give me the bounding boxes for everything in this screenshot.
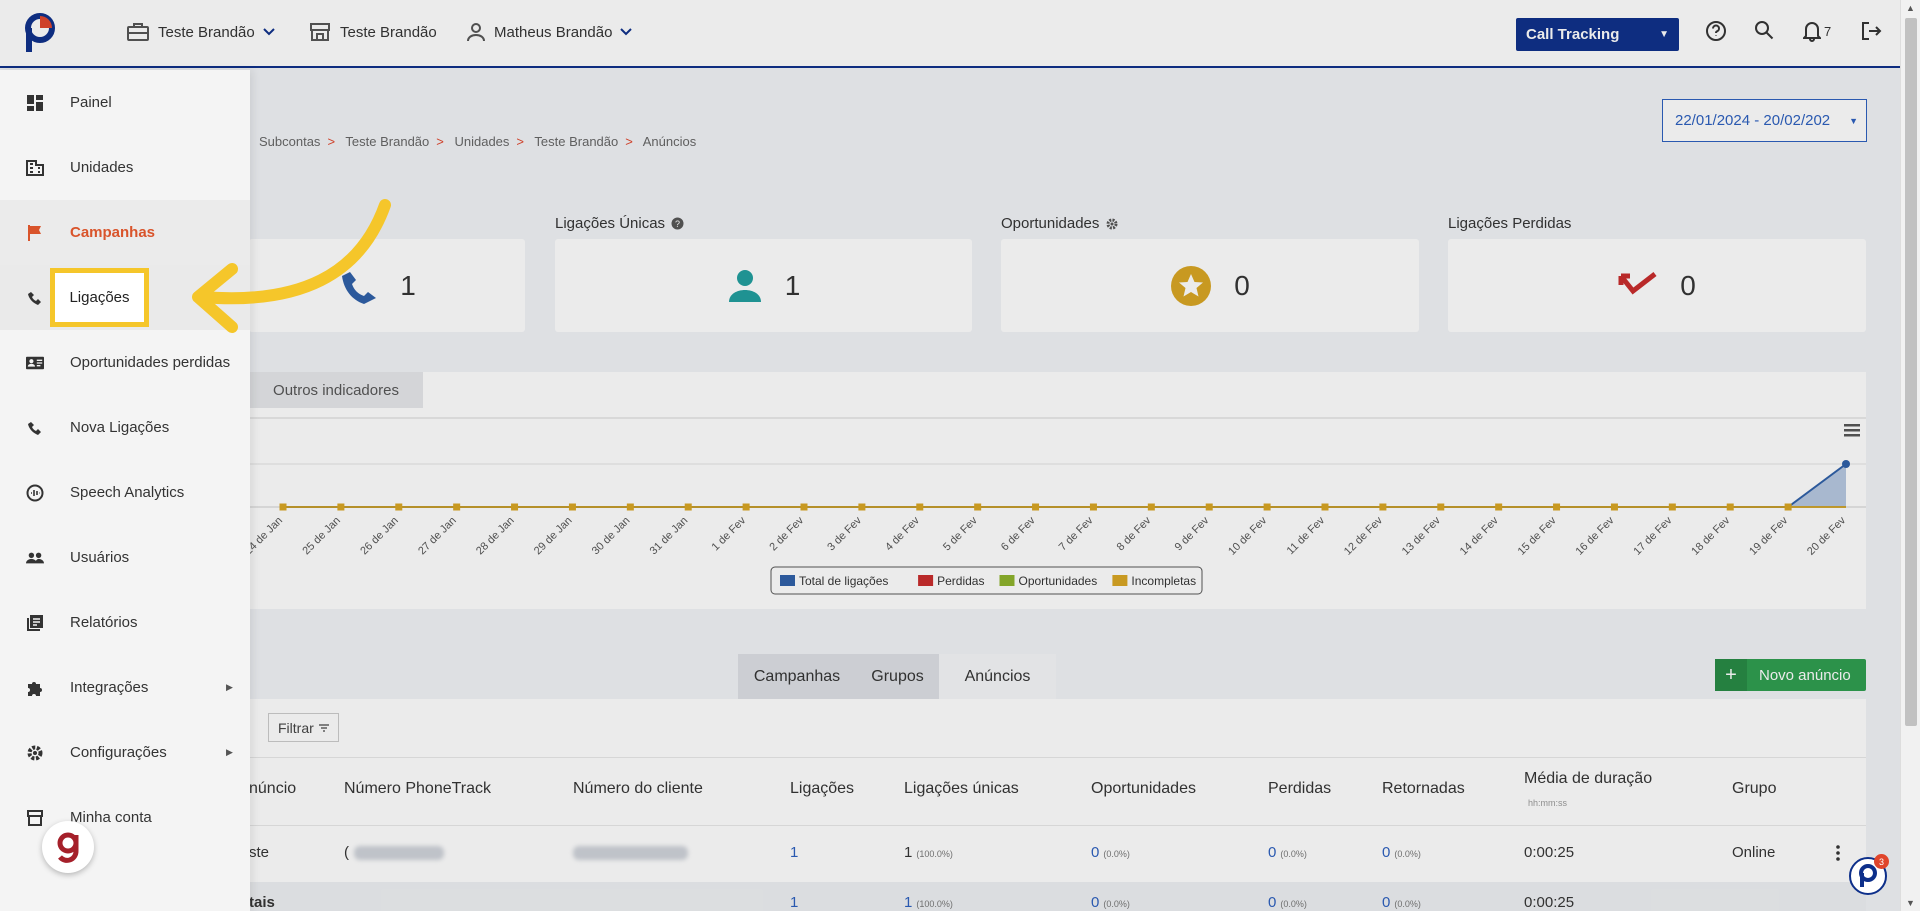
caret-right-icon: ▶ — [226, 682, 233, 692]
highlight-ligacoes[interactable]: Ligações — [50, 268, 149, 327]
sidebar-item-label: Unidades — [70, 159, 134, 176]
reports-icon — [26, 614, 44, 632]
sidebar-item-label: Speech Analytics — [70, 484, 185, 501]
sidebar-item-usuarios[interactable]: Usuários — [0, 525, 250, 590]
gear-icon — [26, 744, 44, 762]
sidebar-item-label: Usuários — [70, 549, 130, 566]
building-icon — [26, 159, 44, 177]
guide-logo-icon — [57, 832, 79, 863]
sidebar-item-label: Configurações — [70, 744, 167, 761]
menu-backdrop-overlay[interactable] — [0, 0, 1900, 911]
contact-card-icon — [26, 354, 44, 372]
phone-icon — [26, 289, 44, 307]
scroll-down-arrow[interactable]: ▼ — [1906, 898, 1915, 908]
sidebar-item-label: Painel — [70, 94, 112, 111]
guide-badge[interactable] — [42, 821, 94, 873]
users-icon — [26, 549, 44, 567]
caret-right-icon: ▶ — [226, 747, 233, 757]
sidebar-item-minha-conta[interactable]: Minha conta — [0, 785, 250, 850]
sidebar-item-configuracoes[interactable]: Configurações ▶ — [0, 720, 250, 785]
scrollbar-thumb[interactable] — [1905, 18, 1917, 726]
puzzle-icon — [26, 679, 44, 697]
sidebar-item-integracoes[interactable]: Integrações ▶ — [0, 655, 250, 720]
dashboard-icon — [26, 94, 44, 112]
flag-icon — [26, 224, 44, 242]
phone-icon — [26, 419, 44, 437]
store-icon — [26, 809, 44, 827]
speech-analytics-icon — [26, 484, 44, 502]
sidebar-item-nova-ligacoes[interactable]: Nova Ligações — [0, 395, 250, 460]
sidebar-item-label: Relatórios — [70, 614, 138, 631]
sidebar-item-label: Oportunidades perdidas — [70, 354, 231, 371]
sidebar-item-label: Minha conta — [70, 809, 152, 826]
sidebar-item-painel[interactable]: Painel — [0, 70, 250, 135]
highlight-label: Ligações — [69, 289, 130, 306]
sidebar-item-speech-analytics[interactable]: Speech Analytics — [0, 460, 250, 525]
page-scrollbar[interactable]: ▲ ▼ — [1900, 0, 1920, 911]
tutorial-arrow-icon — [192, 199, 391, 333]
sidebar-item-relatorios[interactable]: Relatórios — [0, 590, 250, 655]
sidebar-item-label: Nova Ligações — [70, 419, 170, 436]
sidebar-item-label: Campanhas — [70, 224, 156, 241]
scroll-up-arrow[interactable]: ▲ — [1906, 3, 1915, 13]
chat-unread-count: 3 — [1874, 854, 1889, 869]
sidebar-item-label: Integrações — [70, 679, 149, 696]
